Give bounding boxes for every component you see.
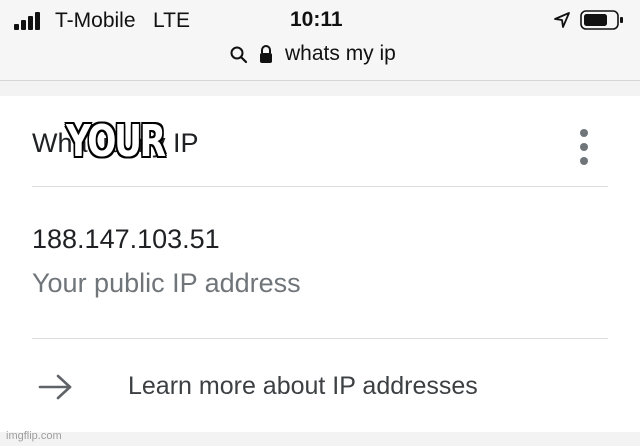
lock-icon xyxy=(260,45,272,63)
carrier-info: T-Mobile LTE xyxy=(55,9,190,33)
cellular-signal-icon xyxy=(14,12,46,30)
ip-address-value: 188.147.103.51 xyxy=(32,224,220,254)
divider-top xyxy=(32,186,608,187)
learn-more-label[interactable]: Learn more about IP addresses xyxy=(128,372,478,401)
status-time: 10:11 xyxy=(290,8,343,31)
ip-address-caption: Your public IP address xyxy=(32,268,301,298)
url-query-text[interactable]: whats my ip xyxy=(285,42,396,66)
battery-icon xyxy=(580,10,623,30)
status-and-url-bar: T-Mobile LTE 10:11 whats my ip xyxy=(0,0,640,81)
location-arrow-icon xyxy=(554,12,570,28)
ip-result-card: What is my IP YOUR 188.147.103.51 Your p… xyxy=(0,96,640,432)
arrow-right-icon xyxy=(38,374,72,400)
search-icon xyxy=(230,46,248,64)
watermark-text: imgflip.com xyxy=(6,430,62,442)
url-bar[interactable]: whats my ip xyxy=(0,40,640,70)
more-vert-icon[interactable] xyxy=(576,129,592,165)
meme-overlay-text: YOUR xyxy=(66,116,166,167)
network-type: LTE xyxy=(153,9,191,32)
carrier-name: T-Mobile xyxy=(55,9,136,32)
divider-bottom xyxy=(32,338,608,339)
learn-more-link[interactable]: Learn more about IP addresses xyxy=(0,340,640,432)
